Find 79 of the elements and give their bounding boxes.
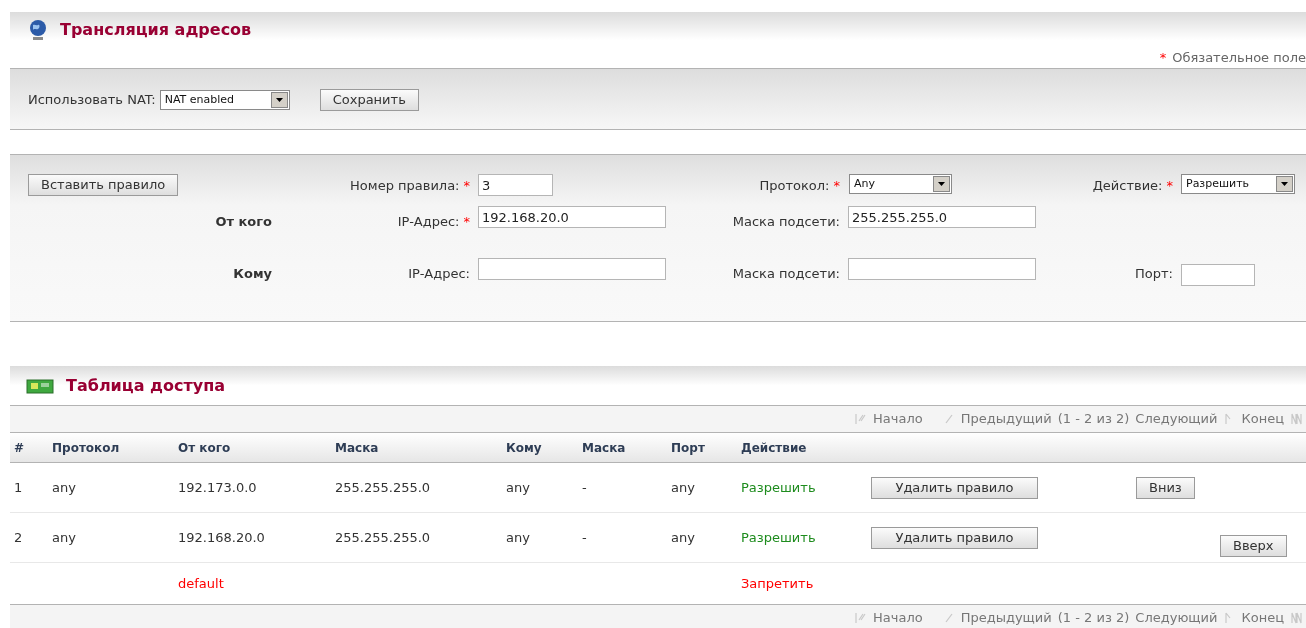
pager-range: (1 - 2 из 2) — [1057, 410, 1130, 429]
field-label: Номер правила: — [350, 177, 460, 195]
move-down-button[interactable]: Вниз — [1136, 476, 1195, 499]
delete-rule-button[interactable]: Удалить правило — [871, 526, 1038, 549]
pager-range: (1 - 2 из 2) — [1057, 609, 1130, 628]
table-cell-text: 1 — [13, 478, 24, 497]
table-cell-text: default — [178, 574, 225, 593]
required-mark: * — [463, 177, 470, 195]
table-cell-text: 255.255.255.0 — [335, 528, 432, 547]
field-label: IP-Адрес: — [408, 264, 470, 283]
globe-icon — [28, 19, 48, 41]
pager-icon — [1290, 612, 1302, 624]
caret-icon — [933, 176, 950, 192]
section-title: Таблица доступа — [66, 374, 225, 397]
caret-icon — [270, 92, 288, 108]
group-heading: Кому — [233, 264, 272, 283]
field-label: Маска подсети: — [732, 213, 840, 231]
table-cell-text: 2 — [13, 528, 24, 547]
text-field[interactable]: 255.255.255.0 — [848, 206, 1036, 228]
save-button[interactable]: Сохранить — [319, 89, 419, 111]
column-header: Маска — [582, 439, 627, 457]
network-card-icon — [26, 376, 54, 395]
insert-rule-button[interactable]: Вставить правило — [28, 174, 179, 196]
table-cell-text: any — [506, 478, 531, 497]
pager-link[interactable]: Конец — [1241, 608, 1284, 628]
caret-icon — [1276, 176, 1293, 192]
field-label: Действие: — [1092, 177, 1163, 195]
pager-icon — [1290, 413, 1302, 425]
column-header: Кому — [506, 439, 543, 457]
dropdown[interactable]: Any — [849, 174, 952, 194]
table-cell-text: 192.173.0.0 — [178, 478, 258, 497]
table-cell-text: - — [582, 528, 588, 547]
action-text: Запретить — [741, 574, 815, 593]
required-mark: * — [1159, 48, 1167, 67]
required-mark: * — [463, 213, 470, 231]
table-cell-text: - — [582, 478, 588, 497]
action-text: Разрешить — [741, 478, 817, 497]
table-cell-text: any — [506, 528, 531, 547]
page-title: Трансляция адресов — [60, 19, 252, 41]
required-mark: * — [1166, 177, 1173, 195]
text-field[interactable] — [848, 257, 1036, 280]
pager-icon — [855, 612, 867, 624]
text-field[interactable]: 3 — [478, 174, 553, 196]
pager-link[interactable]: Предыдущий — [960, 409, 1052, 429]
column-header: # — [13, 439, 26, 457]
field-label: Использовать NAT: — [28, 91, 156, 110]
column-header: Порт — [671, 439, 706, 457]
column-header: Маска — [335, 439, 380, 457]
column-header: Протокол — [52, 439, 121, 457]
pager-link[interactable]: Предыдущий — [960, 608, 1052, 628]
column-header: От кого — [178, 439, 232, 457]
field-label: Протокол: — [759, 177, 830, 195]
pager-link[interactable]: Начало — [873, 608, 923, 628]
action-text: Разрешить — [741, 528, 817, 547]
pager-icon — [855, 413, 867, 425]
column-header: Действие — [741, 439, 808, 457]
table-cell-text: any — [671, 478, 696, 497]
required-mark: * — [833, 177, 840, 195]
pager-link[interactable]: Следующий — [1135, 608, 1218, 628]
delete-rule-button[interactable]: Удалить правило — [871, 476, 1038, 499]
dropdown[interactable]: Разрешить — [1181, 174, 1295, 194]
table-cell-text: any — [671, 528, 696, 547]
dropdown[interactable]: NAT enabled — [159, 90, 290, 110]
text-field[interactable] — [478, 257, 666, 280]
table-cell-text: 255.255.255.0 — [335, 478, 432, 497]
pager-link[interactable]: Начало — [873, 409, 923, 429]
required-note: Обязательное поле — [1172, 48, 1306, 67]
table-cell-text: any — [52, 478, 77, 497]
text-field[interactable]: 192.168.20.0 — [478, 206, 666, 228]
pager-link[interactable]: Конец — [1241, 409, 1284, 429]
field-label: Маска подсети: — [732, 264, 840, 283]
table-cell-text: 192.168.20.0 — [178, 528, 266, 547]
pager-link[interactable]: Следующий — [1135, 409, 1218, 429]
group-heading: От кого — [215, 213, 272, 231]
text-field[interactable] — [1181, 263, 1255, 286]
field-label: Порт: — [1135, 264, 1173, 283]
move-up-button[interactable]: Вверх — [1220, 534, 1287, 557]
field-label: IP-Адрес: — [397, 213, 460, 231]
table-cell-text: any — [52, 528, 77, 547]
